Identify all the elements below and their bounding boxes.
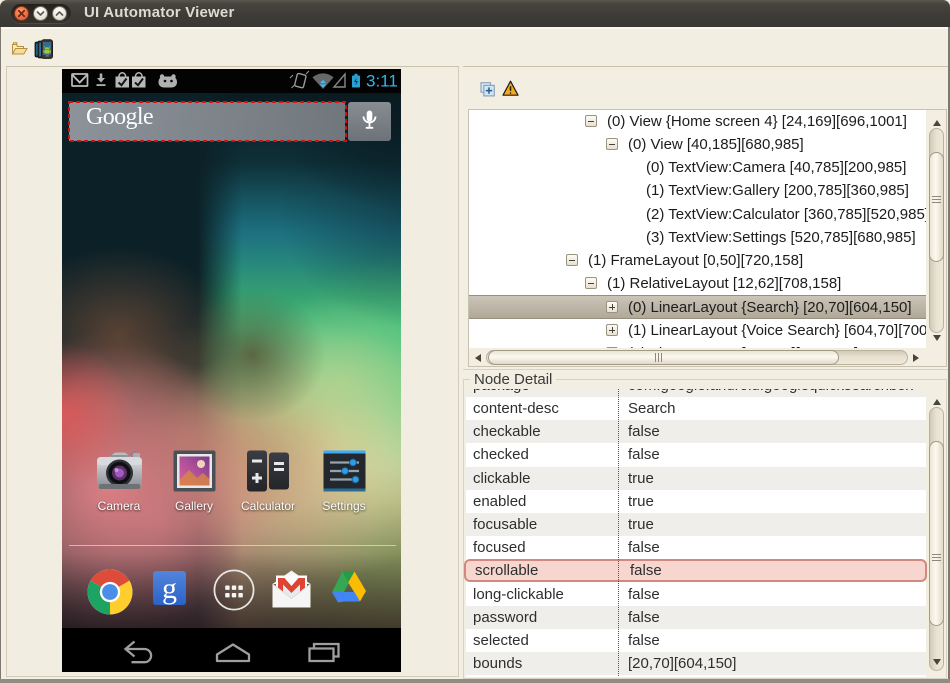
svg-text:g: g [162,572,177,605]
svg-text:3:11: 3:11 [366,72,398,91]
